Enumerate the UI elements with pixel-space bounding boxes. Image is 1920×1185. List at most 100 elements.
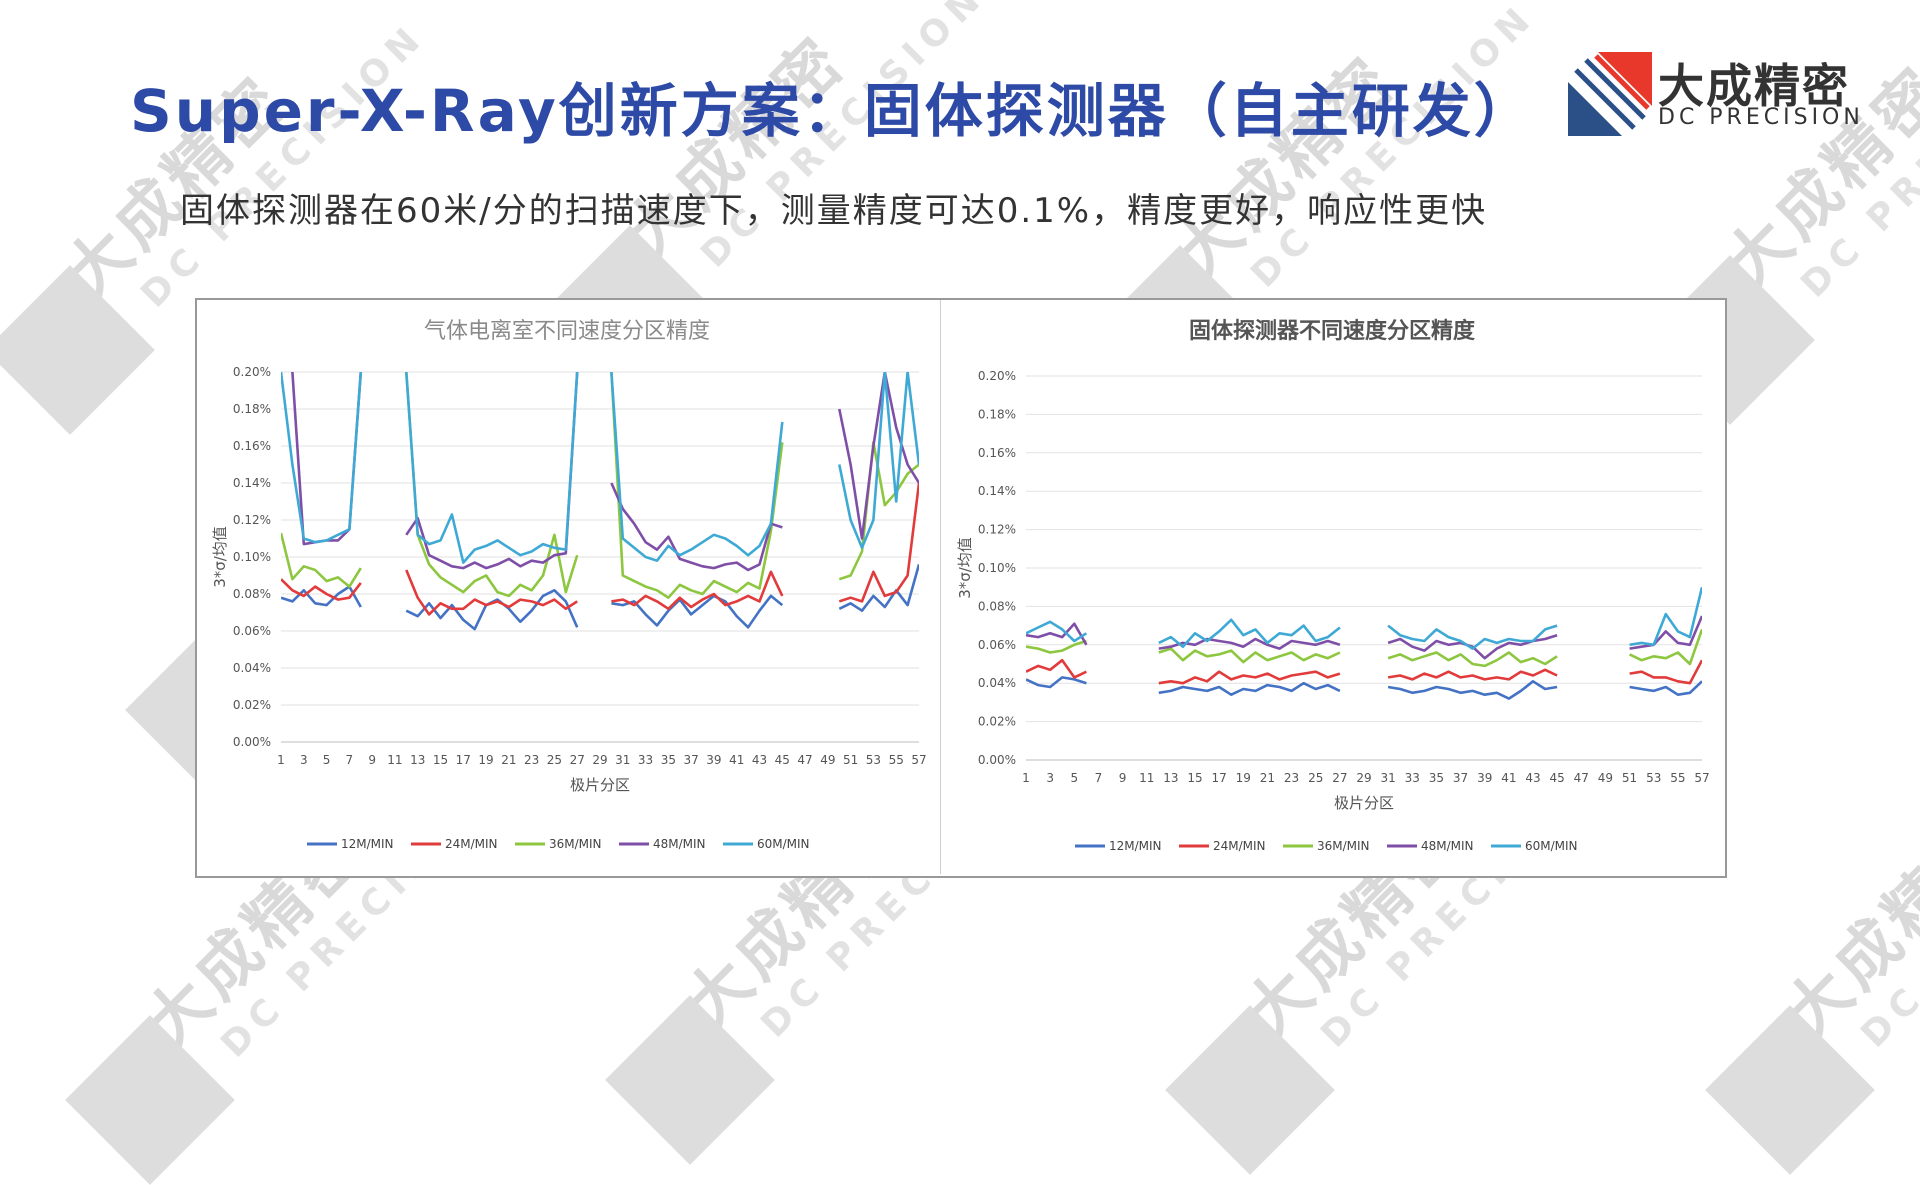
x-tick-label: 53 [866, 753, 881, 767]
y-tick-label: 0.20% [978, 369, 1016, 383]
series-line-60mmin [1026, 586, 1702, 650]
x-tick-label: 35 [1429, 771, 1444, 785]
x-tick-label: 57 [1694, 771, 1709, 785]
legend-label: 24M/MIN [445, 837, 498, 851]
x-tick-label: 13 [410, 753, 425, 767]
x-tick-label: 15 [433, 753, 448, 767]
watermark-en: DC PRECISION [1853, 756, 1920, 1056]
watermark-cn: 大成精密 [1710, 52, 1920, 303]
x-tick-label: 25 [547, 753, 562, 767]
legend-label: 48M/MIN [653, 837, 706, 851]
y-axis-label: 3*σ/均值 [956, 537, 974, 599]
y-tick-label: 0.18% [233, 402, 271, 416]
x-tick-label: 51 [843, 753, 858, 767]
y-tick-label: 0.04% [233, 661, 271, 675]
x-tick-label: 7 [346, 753, 354, 767]
legend-label: 12M/MIN [1109, 839, 1162, 853]
y-tick-label: 0.08% [233, 587, 271, 601]
y-tick-label: 0.18% [978, 407, 1016, 421]
x-tick-label: 41 [729, 753, 744, 767]
solid-detector-chart: 固体探测器不同速度分区精度 0.00% 0.02% 0.04% 0.06% 0.08% 0.… [956, 318, 1710, 853]
x-tick-label: 5 [323, 753, 331, 767]
y-tick-label: 0.04% [978, 676, 1016, 690]
legend-label: 48M/MIN [1421, 839, 1474, 853]
x-tick-label: 3 [1046, 771, 1054, 785]
x-tick-label: 31 [615, 753, 630, 767]
legend-label: 36M/MIN [1317, 839, 1370, 853]
x-tick-label: 35 [661, 753, 676, 767]
x-tick-label: 43 [752, 753, 767, 767]
page-title: Super-X-Ray创新方案：固体探测器（自主研发） [130, 77, 1535, 145]
y-tick-label: 0.02% [233, 698, 271, 712]
legend-label: 60M/MIN [1525, 839, 1578, 853]
series-line-36mmin [281, 372, 919, 599]
legend-label: 24M/MIN [1213, 839, 1266, 853]
y-tick-label: 0.12% [978, 523, 1016, 537]
x-tick-label: 25 [1308, 771, 1323, 785]
x-tick-label: 19 [478, 753, 493, 767]
watermark-diamond-icon [65, 1015, 235, 1185]
x-tick-label: 51 [1622, 771, 1637, 785]
legend-label: 12M/MIN [341, 837, 394, 851]
watermark-diamond-icon [0, 265, 155, 435]
x-tick-label: 27 [1332, 771, 1347, 785]
y-axis-label: 3*σ/均值 [211, 526, 229, 588]
y-tick-label: 0.16% [233, 439, 271, 453]
y-tick-label: 0.10% [978, 561, 1016, 575]
watermark-text: 大成精密DC PRECISION [1760, 691, 1920, 1084]
x-tick-label: 17 [1212, 771, 1227, 785]
x-tick-label: 23 [1284, 771, 1299, 785]
x-tick-label: 53 [1646, 771, 1661, 785]
x-tick-label: 43 [1525, 771, 1540, 785]
x-tick-label: 17 [456, 753, 471, 767]
x-tick-label: 19 [1236, 771, 1251, 785]
x-tick-label: 15 [1187, 771, 1202, 785]
watermark-cn: 大成精密 [50, 62, 301, 313]
watermark-cn: 大成精密 [1770, 802, 1920, 1053]
x-tick-label: 55 [1670, 771, 1685, 785]
x-tick-label: 29 [592, 753, 607, 767]
x-tick-label: 45 [1550, 771, 1565, 785]
x-tick-label: 39 [1477, 771, 1492, 785]
y-tick-label: 0.14% [233, 476, 271, 490]
series-group [1026, 586, 1702, 700]
x-tick-label: 37 [1453, 771, 1468, 785]
y-tick-label: 0.10% [233, 550, 271, 564]
series-line-48mmin [1026, 615, 1702, 660]
x-tick-label: 3 [300, 753, 308, 767]
y-tick-label: 0.06% [233, 624, 271, 638]
company-logo: 大成精密 DC PRECISION [1568, 50, 1868, 140]
series-line-24mmin [281, 482, 919, 616]
x-tick-label: 11 [1139, 771, 1154, 785]
series-line-48mmin [290, 372, 919, 572]
x-tick-label: 37 [684, 753, 699, 767]
x-tick-label: 33 [638, 753, 653, 767]
logo-mark-icon [1568, 52, 1652, 136]
y-tick-label: 0.00% [233, 735, 271, 749]
y-tick-label: 0.20% [233, 365, 271, 379]
watermark-diamond-icon [1165, 1005, 1335, 1175]
page-subtitle: 固体探测器在60米/分的扫描速度下，测量精度可达0.1%，精度更好，响应性更快 [180, 191, 1488, 231]
x-tick-label: 33 [1405, 771, 1420, 785]
x-tick-label: 9 [1119, 771, 1127, 785]
gas-chamber-chart: 气体电离室不同速度分区精度 0.00% 0.02% 0.04% 0.06% 0.08% 0.… [211, 319, 927, 851]
x-tick-label: 23 [524, 753, 539, 767]
x-tick-label: 7 [1095, 771, 1103, 785]
chart-title: 固体探测器不同速度分区精度 [1189, 318, 1476, 344]
x-tick-label: 11 [387, 753, 402, 767]
x-tick-label: 45 [775, 753, 790, 767]
x-tick-label: 49 [820, 753, 835, 767]
legend-label: 36M/MIN [549, 837, 602, 851]
y-tick-label: 0.02% [978, 715, 1016, 729]
series-line-12mmin [1026, 676, 1702, 700]
x-tick-label: 1 [1022, 771, 1030, 785]
x-tick-label: 57 [911, 753, 926, 767]
x-tick-label: 29 [1356, 771, 1371, 785]
x-tick-label: 39 [706, 753, 721, 767]
y-tick-label: 0.00% [978, 753, 1016, 767]
x-tick-label: 41 [1501, 771, 1516, 785]
x-tick-label: 21 [1260, 771, 1275, 785]
series-line-24mmin [1026, 658, 1702, 685]
x-tick-label: 47 [1574, 771, 1589, 785]
watermark-diamond-icon [1705, 1005, 1875, 1175]
